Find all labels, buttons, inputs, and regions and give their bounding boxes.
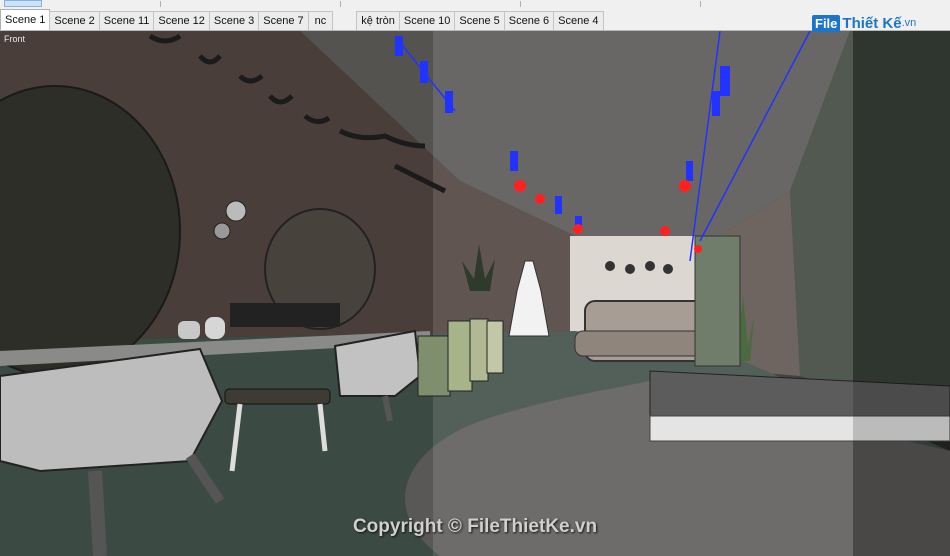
tab-scene-7[interactable]: Scene 7 bbox=[258, 11, 309, 30]
pendant-light bbox=[645, 261, 655, 271]
logo-name: Thiết Kế bbox=[842, 14, 902, 32]
toolbar-separator bbox=[160, 1, 161, 7]
red-fixture bbox=[514, 180, 526, 192]
toolbar-separator bbox=[700, 1, 701, 7]
curtain bbox=[694, 235, 741, 367]
product-tray bbox=[230, 303, 340, 327]
display-pedestal bbox=[417, 335, 451, 397]
logo-box: File bbox=[812, 14, 841, 32]
red-fixture bbox=[679, 180, 691, 192]
track-spotlight bbox=[555, 196, 562, 214]
display-pedestal bbox=[486, 320, 504, 374]
vase bbox=[205, 317, 225, 339]
filethietke-logo: File Thiết Kế .vn bbox=[812, 11, 916, 35]
track-spotlight bbox=[445, 91, 453, 113]
track-spotlight bbox=[712, 91, 720, 116]
vase bbox=[178, 321, 200, 339]
tab-scene-10[interactable]: Scene 10 bbox=[398, 11, 456, 30]
tab-scene-5[interactable]: Scene 5 bbox=[454, 11, 505, 30]
track-spotlight bbox=[720, 66, 730, 96]
display-pedestal bbox=[469, 318, 489, 382]
tab-scene-12[interactable]: Scene 12 bbox=[153, 11, 210, 30]
red-fixture bbox=[535, 194, 545, 204]
tab-scene-4[interactable]: Scene 4 bbox=[553, 11, 604, 30]
logo-suffix: .vn bbox=[901, 17, 917, 29]
red-fixture bbox=[573, 224, 583, 234]
right-overlay bbox=[853, 31, 950, 556]
tab-scene-1[interactable]: Scene 1 bbox=[0, 9, 51, 30]
tab-nc[interactable]: nc bbox=[307, 11, 334, 30]
3d-viewport[interactable]: Front bbox=[0, 31, 950, 556]
light-overlay bbox=[433, 31, 853, 556]
pendant-light bbox=[663, 264, 673, 274]
tab-scene-11[interactable]: Scene 11 bbox=[98, 11, 155, 30]
toolbar-separator bbox=[340, 1, 341, 7]
wall-lamp bbox=[213, 222, 231, 240]
chair-leg bbox=[88, 470, 107, 556]
track-spotlight bbox=[395, 36, 403, 56]
track-spotlight bbox=[686, 161, 693, 181]
scene-render bbox=[0, 31, 950, 556]
red-fixture bbox=[694, 245, 702, 253]
tab-scene-3[interactable]: Scene 3 bbox=[208, 11, 260, 30]
red-fixture bbox=[660, 226, 670, 236]
copyright-watermark: Copyright © FileThietKe.vn bbox=[352, 516, 598, 537]
tab-ke-tron[interactable]: kệ tròn bbox=[356, 11, 400, 30]
display-pedestal bbox=[447, 320, 473, 392]
pendant-light bbox=[625, 264, 635, 274]
pendant-light bbox=[605, 261, 615, 271]
tab-scene-2[interactable]: Scene 2 bbox=[49, 11, 100, 30]
wall-lamp bbox=[225, 200, 247, 222]
scene-tab-bar: Scene 1 Scene 2 Scene 11 Scene 12 Scene … bbox=[0, 8, 950, 31]
camera-label: Front bbox=[4, 34, 26, 44]
track-spotlight bbox=[510, 151, 518, 171]
toolbar-separator bbox=[520, 1, 521, 7]
stool bbox=[224, 388, 331, 405]
select-arrow-icon[interactable] bbox=[4, 0, 42, 7]
tab-scene-6[interactable]: Scene 6 bbox=[503, 11, 555, 30]
